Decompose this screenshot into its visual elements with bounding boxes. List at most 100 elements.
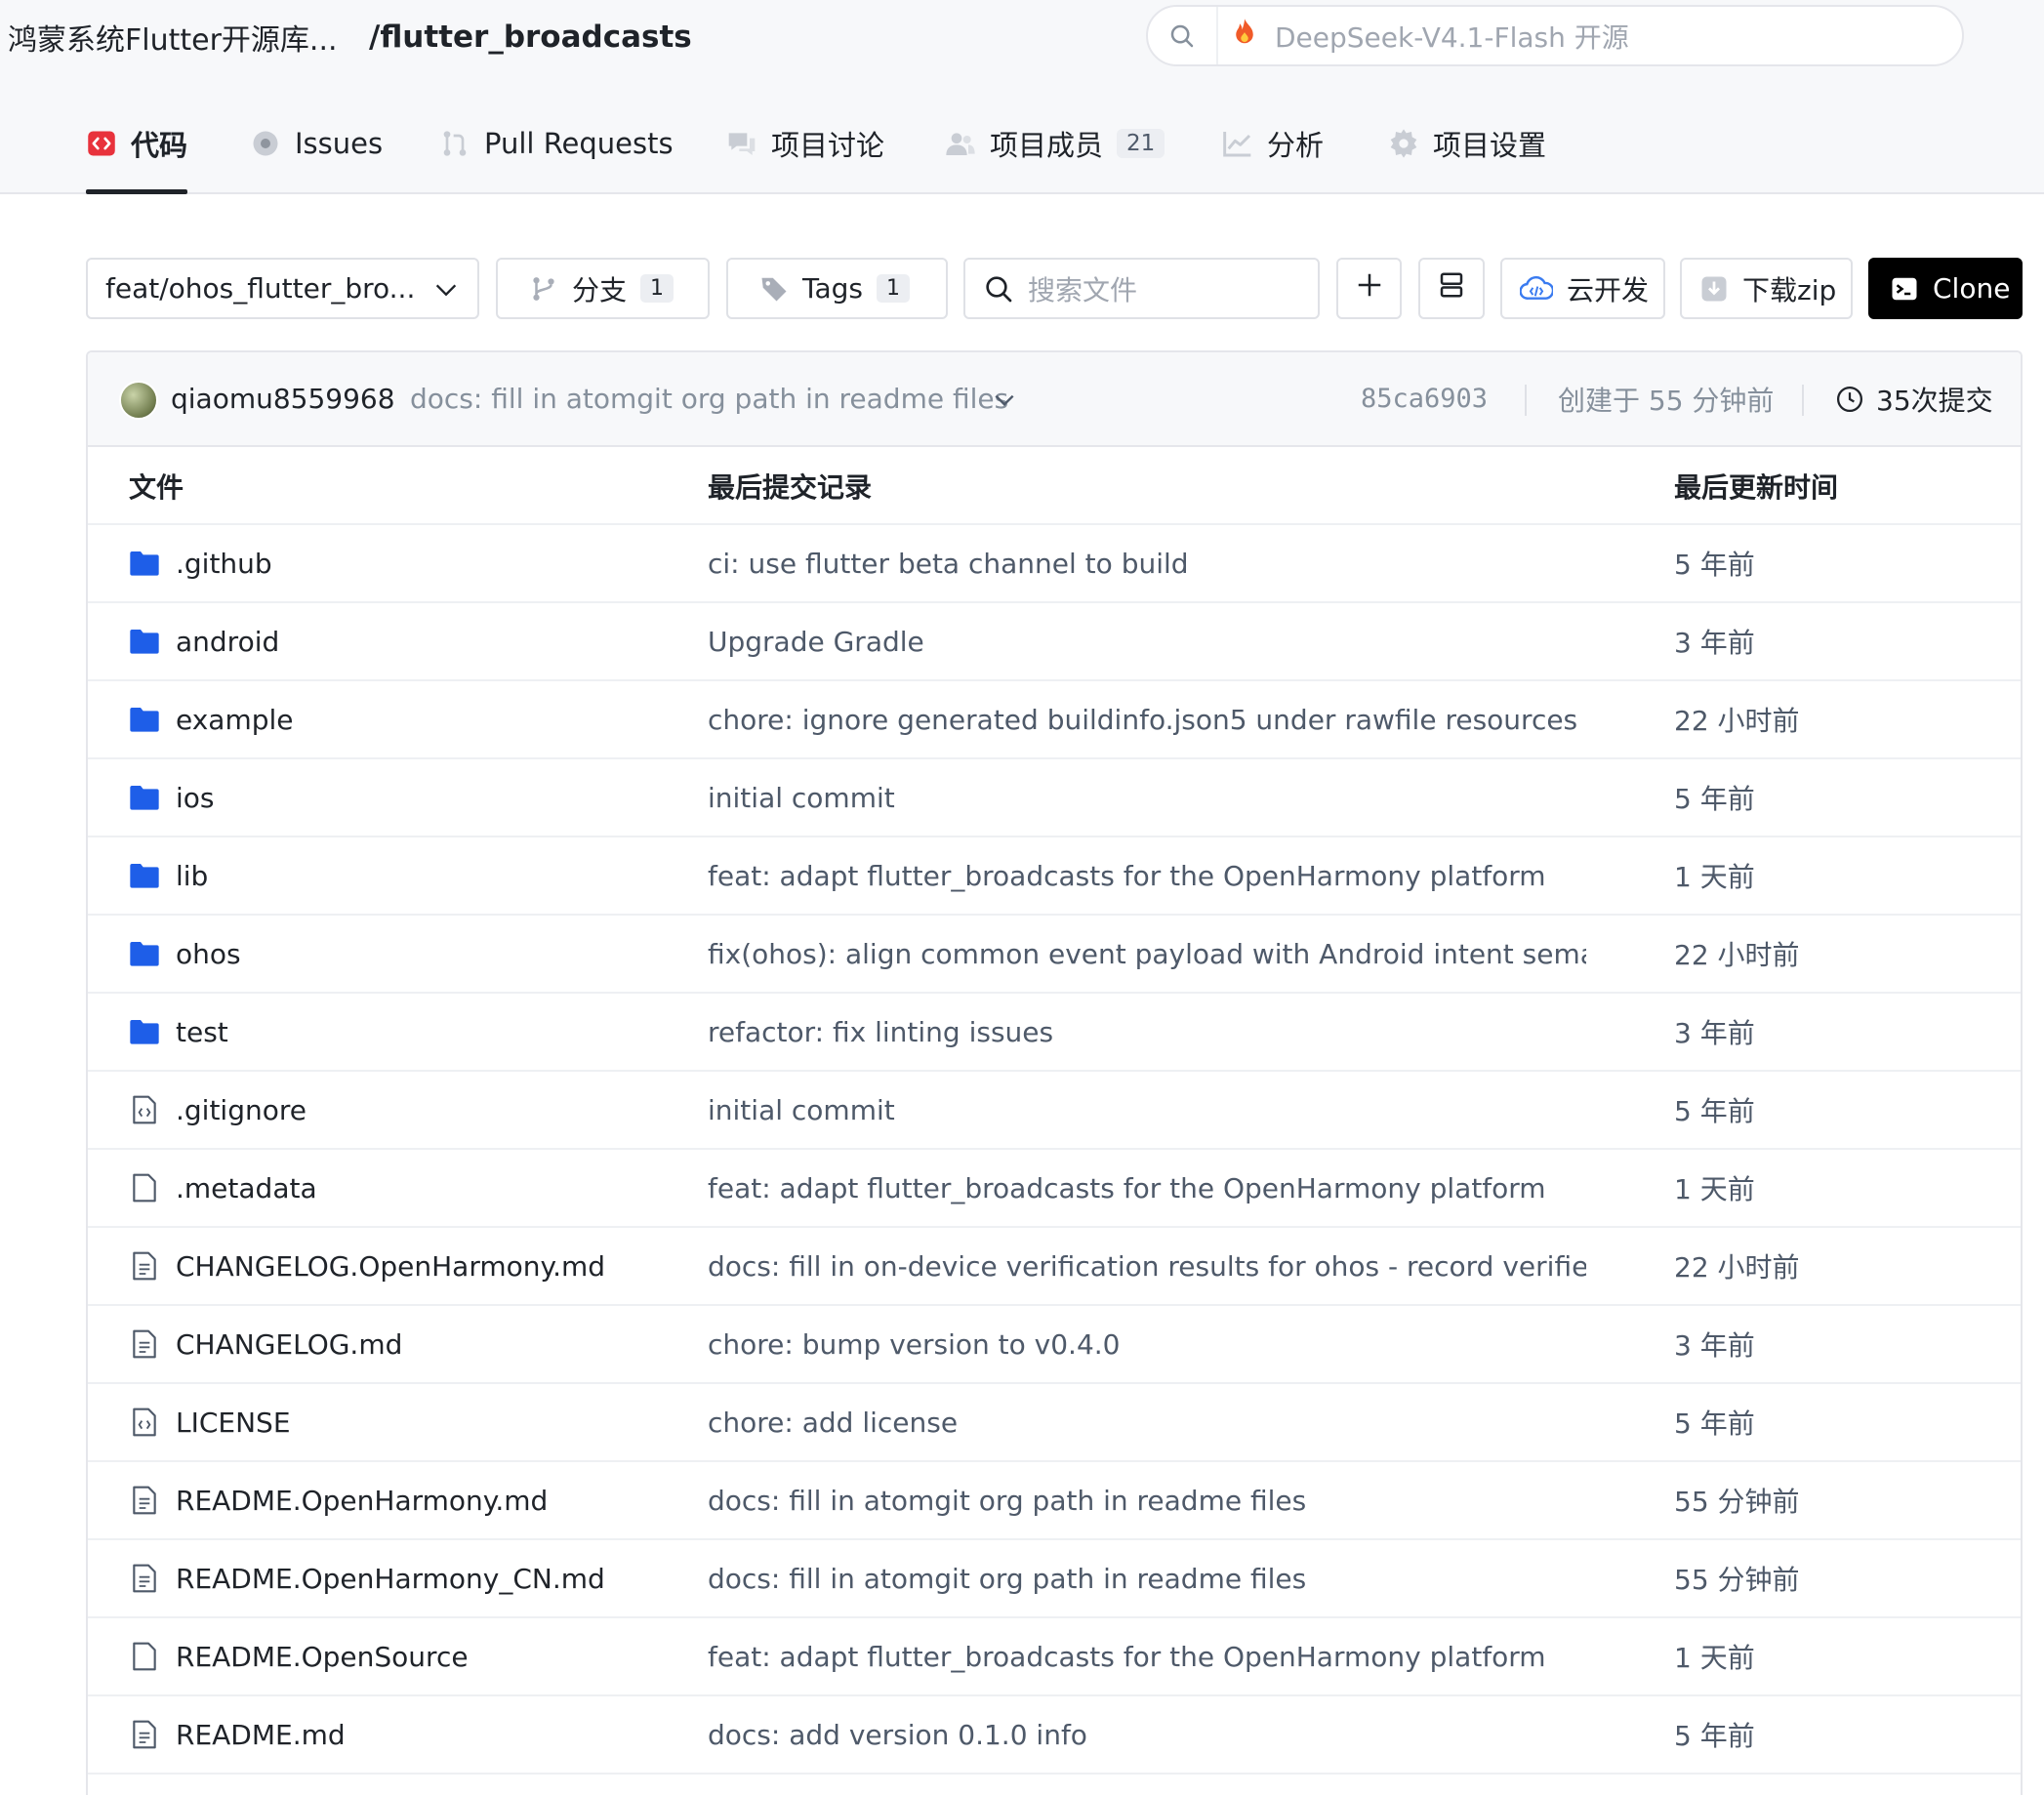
clone-button[interactable]: Clone: [1868, 258, 2023, 319]
last-commit-message[interactable]: fix(ohos): align common event payload wi…: [708, 916, 1586, 992]
file-name[interactable]: android: [176, 626, 279, 658]
file-name-cell[interactable]: README.OpenHarmony_CN.md: [129, 1540, 605, 1616]
file-name[interactable]: example: [176, 704, 294, 736]
table-row[interactable]: lib feat: adapt flutter_broadcasts for th…: [88, 837, 2021, 916]
last-commit-message[interactable]: ci: use flutter beta channel to build: [708, 525, 1189, 601]
last-commit-message[interactable]: feat: adapt flutter_broadcasts for the O…: [708, 1618, 1546, 1694]
file-name[interactable]: README.md: [176, 1719, 346, 1751]
last-commit-message[interactable]: initial commit: [708, 1072, 895, 1148]
table-row[interactable]: .gitignore initial commit 5 年前: [88, 1072, 2021, 1150]
last-updated-time: 22 小时前: [1674, 939, 1800, 971]
file-name-cell[interactable]: ios: [129, 759, 215, 836]
file-name[interactable]: .metadata: [176, 1172, 317, 1204]
file-name-cell[interactable]: example: [129, 681, 294, 757]
branches-button[interactable]: 分支 1: [496, 258, 710, 319]
tab-issues[interactable]: Issues: [250, 94, 383, 192]
table-row[interactable]: ios initial commit 5 年前: [88, 759, 2021, 837]
file-name-cell[interactable]: android: [129, 603, 279, 679]
last-commit-message[interactable]: docs: add version 0.1.0 info: [708, 1696, 1087, 1773]
last-commit-message[interactable]: initial commit: [708, 759, 895, 836]
table-row[interactable]: CHANGELOG.OpenHarmony.md docs: fill in on…: [88, 1228, 2021, 1306]
file-name-cell[interactable]: lib: [129, 837, 208, 914]
table-row[interactable]: test refactor: fix linting issues 3 年前: [88, 994, 2021, 1072]
last-commit-message[interactable]: refactor: fix linting issues: [708, 994, 1053, 1070]
table-row[interactable]: .metadata feat: adapt flutter_broadcasts …: [88, 1150, 2021, 1228]
file-name-cell[interactable]: ohos: [129, 916, 241, 992]
tab-members[interactable]: 项目成员 21: [945, 94, 1165, 192]
file-name-cell[interactable]: test: [129, 994, 228, 1070]
branch-icon: [529, 274, 558, 304]
tab-discussions[interactable]: 项目讨论: [726, 94, 884, 192]
table-row[interactable]: LICENSE chore: add license 5 年前: [88, 1384, 2021, 1462]
breadcrumb-org[interactable]: 鸿蒙系统Flutter开源库...: [8, 14, 338, 61]
file-name-cell[interactable]: README.md: [129, 1696, 346, 1773]
file-name[interactable]: ios: [176, 782, 215, 814]
file-name-cell[interactable]: .gitignore: [129, 1072, 307, 1148]
file-name-cell[interactable]: .github: [129, 525, 272, 601]
file-name[interactable]: README.OpenHarmony.md: [176, 1485, 548, 1517]
file-name-cell[interactable]: README.OpenHarmony.md: [129, 1462, 548, 1538]
branches-count: 1: [640, 274, 675, 303]
file-name[interactable]: CHANGELOG.md: [176, 1328, 402, 1361]
table-row[interactable]: README.OpenHarmony.md docs: fill in atomg…: [88, 1462, 2021, 1540]
last-commit-message[interactable]: docs: fill in on-device verification res…: [708, 1228, 1586, 1304]
last-commit-message[interactable]: chore: add license: [708, 1384, 958, 1460]
file-name-cell[interactable]: CHANGELOG.OpenHarmony.md: [129, 1228, 605, 1304]
commit-message[interactable]: docs: fill in atomgit org path in readme…: [410, 383, 1008, 415]
tab-settings[interactable]: 项目设置: [1388, 94, 1546, 192]
table-row[interactable]: .github ci: use flutter beta channel to b…: [88, 525, 2021, 603]
file-name[interactable]: README.OpenHarmony_CN.md: [176, 1563, 605, 1595]
table-row[interactable]: README.md docs: add version 0.1.0 info 5 年…: [88, 1696, 2021, 1775]
file-name-cell[interactable]: CHANGELOG.md: [129, 1306, 402, 1382]
file-name[interactable]: .gitignore: [176, 1094, 307, 1126]
last-commit-message[interactable]: feat: adapt flutter_broadcasts for the O…: [708, 1150, 1546, 1226]
search-icon[interactable]: [1148, 7, 1218, 64]
document-icon: [129, 1328, 160, 1360]
last-commit-message[interactable]: feat: adapt flutter_broadcasts for the O…: [708, 837, 1546, 914]
plus-icon: [1355, 270, 1384, 306]
cloud-dev-button[interactable]: 云开发: [1500, 258, 1665, 319]
download-zip-button[interactable]: 下载zip: [1680, 258, 1853, 319]
tab-label: 分析: [1267, 128, 1325, 162]
table-row[interactable]: example chore: ignore generated buildinfo…: [88, 681, 2021, 759]
add-file-button[interactable]: [1336, 258, 1402, 319]
code-file-icon: [129, 1407, 160, 1438]
chevron-down-icon[interactable]: [992, 388, 1017, 420]
last-commit-message[interactable]: docs: fill in atomgit org path in readme…: [708, 1540, 1306, 1616]
file-name[interactable]: test: [176, 1016, 228, 1048]
clock-icon: [1837, 386, 1862, 412]
last-commit-message[interactable]: chore: bump version to v0.4.0: [708, 1306, 1120, 1382]
last-commit-message[interactable]: chore: ignore generated buildinfo.json5 …: [708, 681, 1577, 757]
avatar[interactable]: [119, 381, 158, 420]
file-name-cell[interactable]: README.OpenSource: [129, 1618, 469, 1694]
tab-analytics[interactable]: 分析: [1222, 94, 1324, 192]
branch-selector[interactable]: feat/ohos_flutter_bro...: [86, 258, 479, 319]
file-search-input[interactable]: 搜索文件: [963, 258, 1320, 319]
last-commit-message[interactable]: docs: fill in atomgit org path in readme…: [708, 1462, 1306, 1538]
table-row[interactable]: ohos fix(ohos): align common event payloa…: [88, 916, 2021, 994]
table-row[interactable]: android Upgrade Gradle 3 年前: [88, 603, 2021, 681]
file-name[interactable]: LICENSE: [176, 1407, 291, 1439]
table-row[interactable]: README.OpenHarmony_CN.md docs: fill in at…: [88, 1540, 2021, 1618]
file-name-cell[interactable]: .metadata: [129, 1150, 317, 1226]
tab-code[interactable]: 代码: [86, 94, 188, 194]
tags-button[interactable]: Tags 1: [726, 258, 948, 319]
global-search[interactable]: DeepSeek-V4.1-Flash 开源: [1146, 5, 1964, 66]
divider: [1525, 385, 1527, 416]
file-name[interactable]: ohos: [176, 938, 241, 970]
commit-hash[interactable]: 85ca6903: [1361, 384, 1488, 414]
table-row[interactable]: CHANGELOG.md chore: bump version to v0.4.…: [88, 1306, 2021, 1384]
layout-toggle-button[interactable]: [1418, 258, 1485, 319]
file-name[interactable]: .github: [176, 548, 272, 580]
table-row[interactable]: README.OpenSource feat: adapt flutter_bro…: [88, 1618, 2021, 1696]
commit-author[interactable]: qiaomu8559968: [171, 383, 395, 415]
file-name[interactable]: CHANGELOG.OpenHarmony.md: [176, 1250, 605, 1283]
last-updated-time: 1 天前: [1674, 861, 1755, 893]
breadcrumb-repo[interactable]: /flutter_broadcasts: [369, 14, 692, 61]
file-name[interactable]: README.OpenSource: [176, 1641, 469, 1673]
last-commit-message[interactable]: Upgrade Gradle: [708, 603, 924, 679]
tab-pull-requests[interactable]: Pull Requests: [439, 94, 674, 192]
file-name-cell[interactable]: LICENSE: [129, 1384, 291, 1460]
file-name[interactable]: lib: [176, 860, 208, 892]
commit-count[interactable]: 35次提交: [1835, 380, 1993, 419]
